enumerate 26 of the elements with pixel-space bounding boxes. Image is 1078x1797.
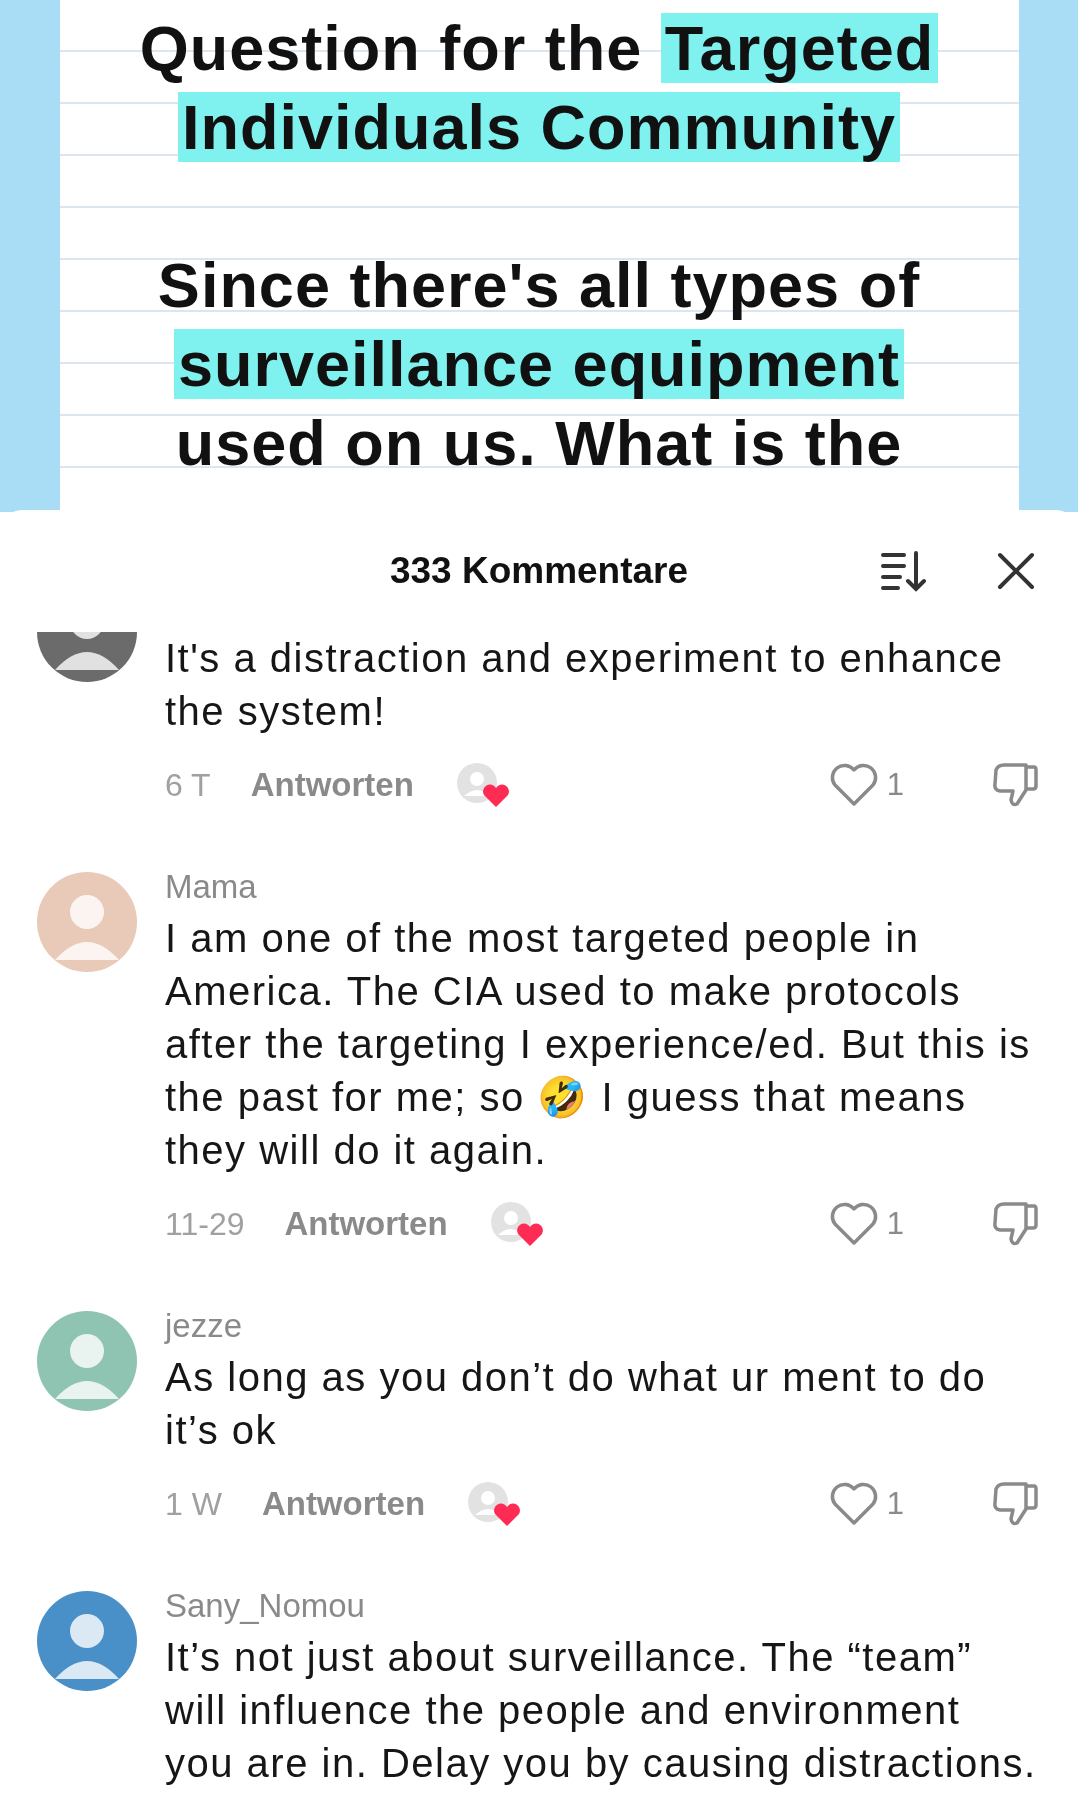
comment-text: It's a distraction and experiment to enhance the system! (165, 635, 1005, 735)
sort-icon[interactable] (880, 549, 926, 593)
username[interactable]: jezze (165, 1301, 1040, 1351)
like-count: 1 (886, 1486, 904, 1522)
headline-line: used on us. What is the (174, 407, 904, 480)
reply-button[interactable]: Antworten (284, 1205, 448, 1243)
comment-text: As long as you don’t do what ur ment to do it’s ok (165, 1354, 988, 1454)
like-count: 1 (886, 767, 904, 803)
headline-line: Since there's all types of (156, 249, 922, 322)
sheet-title: 333 Kommentare (389, 550, 689, 592)
avatar-icon[interactable] (37, 1591, 137, 1691)
reply-button[interactable]: Antworten (261, 1485, 426, 1523)
username[interactable]: Sany_Nomou (165, 1581, 1040, 1631)
username[interactable]: Mama (165, 862, 1040, 912)
comment-time: 11-29 (165, 1205, 245, 1243)
comment-time: 6 T (165, 766, 211, 804)
headline-line: Question for the Targeted (59, 9, 1019, 88)
comment-time: 1 W (165, 1485, 222, 1523)
like-count: 1 (886, 1206, 904, 1242)
heart-icon[interactable] (828, 1481, 879, 1527)
heart-icon[interactable] (828, 1201, 879, 1247)
reply-button[interactable]: Antworten (250, 766, 414, 804)
comment-text: I am one of the most targeted people in America. The CIA used to make protocols after the targeting I experience/ed. But this is the past for me; so 🤣 I guess that means they will do it again. (165, 915, 1032, 1174)
comment-text: It’s not just about surveillance. The “team” will influence the people and environment you are in. Delay you by causing distractions. (165, 1634, 1038, 1787)
heart-icon[interactable] (828, 762, 879, 808)
close-icon[interactable] (996, 551, 1036, 591)
